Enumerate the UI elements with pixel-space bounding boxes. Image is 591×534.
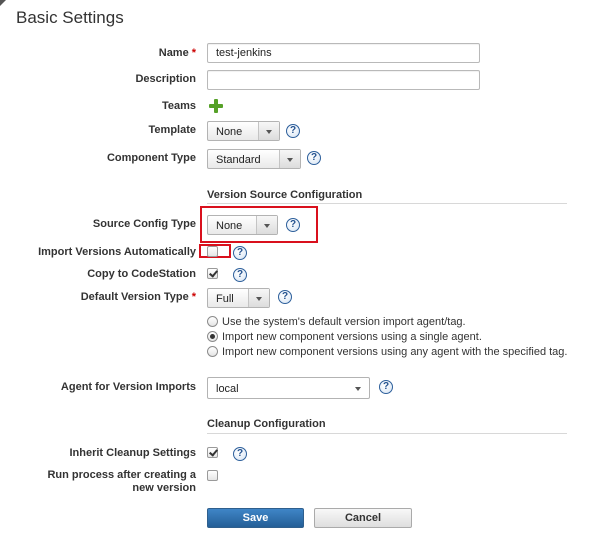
page-title: Basic Settings — [16, 8, 124, 27]
name-input[interactable] — [207, 43, 480, 63]
source-config-type-value: None — [216, 220, 243, 232]
radio-default-agent[interactable] — [207, 316, 218, 327]
copy-to-codestation-label: Copy to CodeStation — [87, 268, 196, 280]
run-process-after-creating-label: Run process after creating a new version — [47, 469, 196, 494]
default-version-type-label: Default Version Type * — [80, 291, 196, 303]
required-marker: * — [191, 47, 196, 59]
section-divider — [207, 433, 567, 434]
plus-icon[interactable] — [209, 99, 223, 113]
help-icon[interactable]: ? — [278, 290, 292, 304]
teams-label: Teams — [161, 100, 196, 112]
help-icon[interactable]: ? — [286, 218, 300, 232]
save-button[interactable]: Save — [207, 508, 304, 528]
required-marker: * — [191, 291, 196, 303]
section-divider — [207, 203, 567, 204]
help-icon[interactable]: ? — [233, 268, 247, 282]
agent-value: local — [216, 383, 239, 395]
source-config-type-label: Source Config Type — [92, 218, 196, 230]
help-icon[interactable]: ? — [286, 124, 300, 138]
import-versions-automatically-checkbox[interactable] — [207, 246, 218, 257]
default-version-type-value: Full — [216, 293, 234, 305]
radio-default-agent-label: Use the system's default version import … — [222, 316, 466, 328]
agent-select[interactable]: local — [207, 377, 370, 399]
radio-agent-with-tag[interactable] — [207, 346, 218, 357]
cancel-button[interactable]: Cancel — [314, 508, 412, 528]
chevron-down-icon[interactable] — [258, 122, 279, 140]
source-config-type-select[interactable]: None — [207, 215, 278, 235]
help-icon[interactable]: ? — [307, 151, 321, 165]
template-select[interactable]: None — [207, 121, 280, 141]
corner-arrow — [0, 0, 6, 6]
radio-single-agent-label: Import new component versions using a si… — [222, 331, 482, 343]
chevron-down-icon[interactable] — [355, 387, 361, 391]
cleanup-section-title: Cleanup Configuration — [207, 418, 326, 430]
description-label: Description — [135, 73, 196, 85]
radio-agent-with-tag-label: Import new component versions using any … — [222, 346, 568, 358]
copy-to-codestation-checkbox[interactable] — [207, 268, 218, 279]
inherit-cleanup-settings-label: Inherit Cleanup Settings — [69, 447, 196, 459]
chevron-down-icon[interactable] — [279, 150, 300, 168]
component-type-value: Standard — [216, 154, 261, 166]
default-version-type-select[interactable]: Full — [207, 288, 270, 308]
version-source-section-title: Version Source Configuration — [207, 189, 363, 201]
name-label: Name * — [158, 47, 196, 59]
chevron-down-icon[interactable] — [248, 289, 269, 307]
run-process-after-creating-checkbox[interactable] — [207, 470, 218, 481]
help-icon[interactable]: ? — [233, 246, 247, 260]
help-icon[interactable]: ? — [379, 380, 393, 394]
component-type-select[interactable]: Standard — [207, 149, 301, 169]
template-label: Template — [148, 124, 196, 136]
agent-for-version-imports-label: Agent for Version Imports — [60, 381, 196, 393]
help-icon[interactable]: ? — [233, 447, 247, 461]
component-type-label: Component Type — [106, 152, 196, 164]
description-input[interactable] — [207, 70, 480, 90]
chevron-down-icon[interactable] — [256, 216, 277, 234]
inherit-cleanup-settings-checkbox[interactable] — [207, 447, 218, 458]
import-versions-automatically-label: Import Versions Automatically — [38, 246, 196, 258]
template-value: None — [216, 126, 243, 138]
radio-single-agent[interactable] — [207, 331, 218, 342]
